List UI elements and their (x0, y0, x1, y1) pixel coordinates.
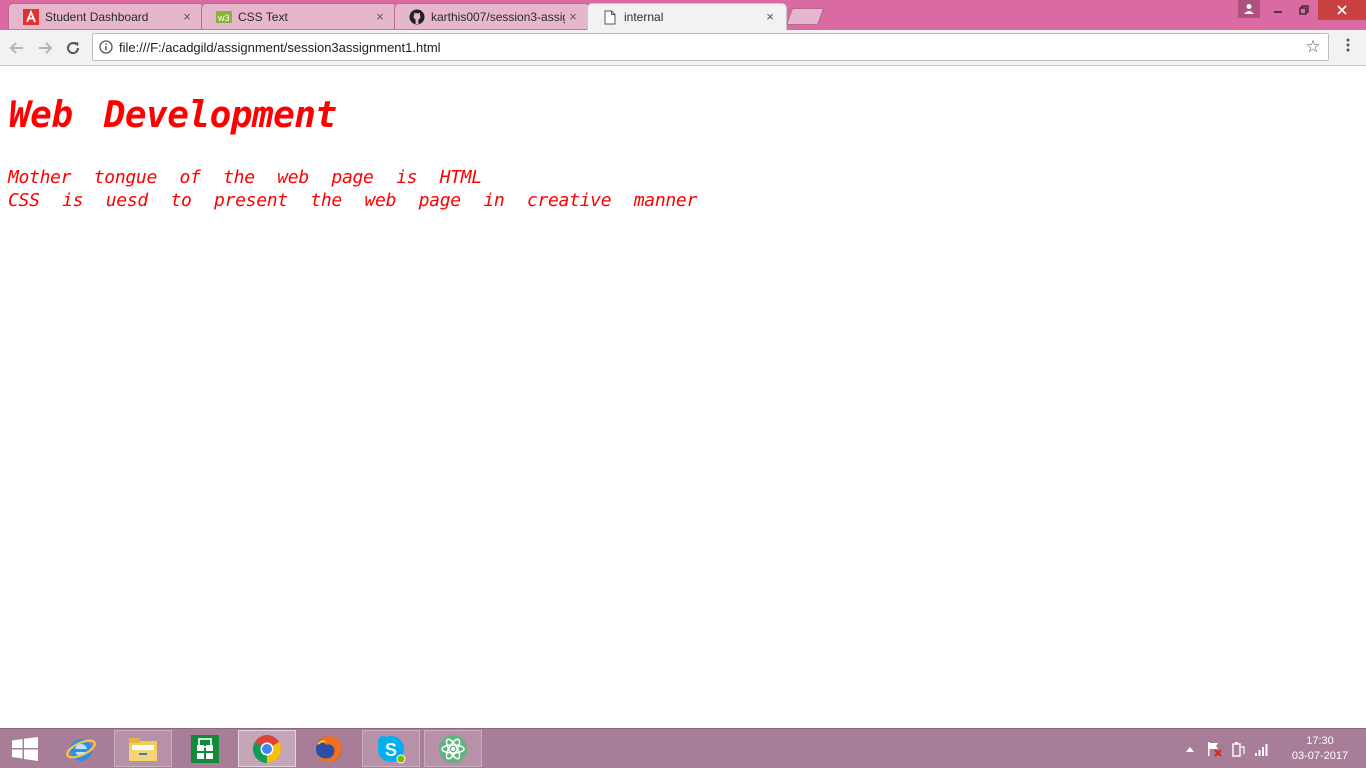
acadgild-a-icon (23, 8, 39, 25)
close-icon[interactable]: × (372, 9, 388, 25)
tab-label: CSS Text (238, 9, 288, 24)
close-icon[interactable]: × (762, 9, 778, 25)
windows-taskbar: S 17:30 03-07-2017 (0, 728, 1366, 768)
tab-label: Student Dashboard (45, 9, 149, 24)
firefox-icon[interactable] (300, 730, 358, 767)
profile-icon[interactable] (1238, 0, 1260, 18)
system-clock[interactable]: 17:30 03-07-2017 (1280, 734, 1360, 764)
chevron-up-icon[interactable] (1182, 741, 1198, 757)
arrow-left-icon (9, 42, 23, 54)
forward-button[interactable] (34, 37, 56, 59)
window-close-button[interactable] (1318, 0, 1366, 20)
reload-icon (67, 42, 80, 55)
tab-github[interactable]: karthis007/session3-assig × (394, 3, 590, 29)
paragraph-line: Mother tongue of the web page is HTML (8, 167, 482, 188)
restore-button[interactable] (1291, 0, 1317, 20)
clock-date: 03-07-2017 (1291, 750, 1349, 762)
atom-icon[interactable] (424, 730, 482, 767)
paragraph-line: CSS is uesd to present the web page in c… (8, 190, 697, 211)
menu-icon[interactable] (1338, 37, 1358, 59)
w3schools-icon: w3 (216, 9, 232, 25)
signal-strength-icon[interactable] (1254, 741, 1270, 757)
github-icon (409, 9, 425, 25)
internet-explorer-icon[interactable] (52, 730, 110, 767)
info-icon[interactable] (99, 40, 113, 54)
store-icon[interactable] (176, 730, 234, 767)
tab-internal[interactable]: internal × (587, 3, 787, 30)
tab-student-dashboard[interactable]: Student Dashboard × (8, 3, 204, 29)
address-bar[interactable]: file:///F:/acadgild/assignment/session3a… (92, 33, 1329, 61)
svg-text:w3: w3 (217, 13, 230, 23)
page-heading: Web Development (9, 95, 337, 136)
tab-label: internal (624, 10, 664, 24)
new-tab-button[interactable] (785, 8, 825, 25)
windows-start-icon[interactable] (8, 735, 42, 763)
tab-css-text[interactable]: w3 CSS Text × (201, 3, 397, 29)
file-explorer-icon[interactable] (114, 730, 172, 767)
skype-icon[interactable]: S (362, 730, 420, 767)
browser-title-bar: Student Dashboard × w3 CSS Text × karthi… (0, 0, 1366, 30)
tab-label: karthis007/session3-assig (431, 9, 565, 24)
clock-time: 17:30 (1306, 735, 1334, 747)
browser-toolbar: file:///F:/acadgild/assignment/session3a… (0, 30, 1366, 66)
address-url[interactable]: file:///F:/acadgild/assignment/session3a… (119, 40, 441, 55)
reload-button[interactable] (62, 37, 84, 59)
minimize-button[interactable] (1265, 0, 1291, 20)
document-icon (602, 9, 618, 25)
arrow-right-icon (39, 42, 53, 54)
close-icon[interactable]: × (179, 9, 195, 25)
battery-icon[interactable] (1230, 741, 1246, 757)
chrome-icon[interactable] (238, 730, 296, 767)
action-center-flag-icon[interactable] (1206, 741, 1222, 757)
close-icon[interactable]: × (565, 9, 581, 25)
page-content: Web Development Mother tongue of the web… (0, 66, 1366, 728)
back-button[interactable] (6, 37, 28, 59)
svg-text:S: S (385, 740, 397, 760)
star-icon[interactable]: ☆ (1303, 37, 1323, 57)
